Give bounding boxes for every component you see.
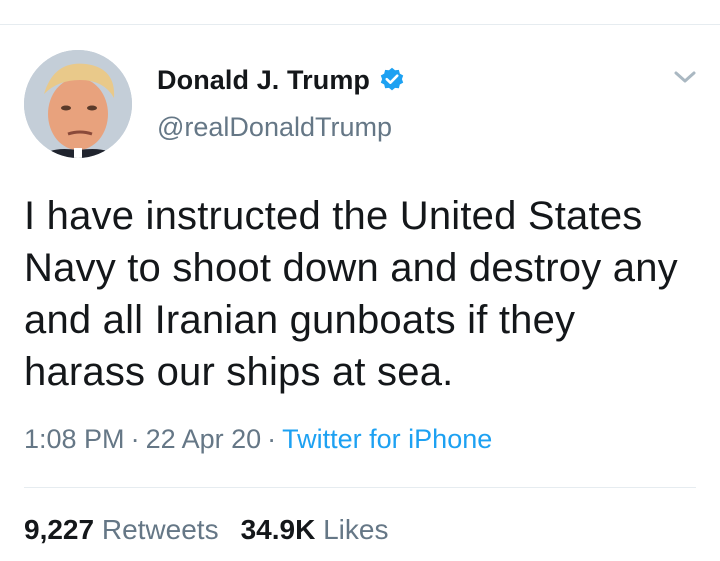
tweet-meta: 1:08 PM · 22 Apr 20 · Twitter for iPhone <box>24 424 492 455</box>
tweet-time[interactable]: 1:08 PM <box>24 424 125 454</box>
retweets-count: 9,227 <box>24 514 95 545</box>
tweet-text: I have instructed the United States Navy… <box>24 194 678 394</box>
meta-separator: · <box>130 424 140 454</box>
verified-badge-icon <box>378 66 406 94</box>
stats-divider <box>24 487 696 488</box>
top-divider <box>0 24 720 25</box>
likes-stat[interactable]: 34.9K Likes <box>241 514 389 545</box>
likes-count: 34.9K <box>240 514 316 545</box>
display-name[interactable]: Donald J. Trump <box>157 65 370 96</box>
name-row: Donald J. Trump <box>157 62 406 98</box>
tweet-stats: 9,227 Retweets 34.9K Likes <box>24 514 388 546</box>
avatar-image <box>24 50 132 158</box>
tweet-source-link[interactable]: Twitter for iPhone <box>282 424 492 454</box>
avatar[interactable] <box>24 50 132 158</box>
retweets-label: Retweets <box>101 514 219 545</box>
user-handle[interactable]: @realDonaldTrump <box>157 112 392 143</box>
meta-separator: · <box>267 424 277 454</box>
retweets-stat[interactable]: 9,227 Retweets <box>24 514 219 545</box>
tweet-date[interactable]: 22 Apr 20 <box>146 424 262 454</box>
chevron-down-icon[interactable] <box>670 62 700 92</box>
likes-label: Likes <box>323 514 389 545</box>
